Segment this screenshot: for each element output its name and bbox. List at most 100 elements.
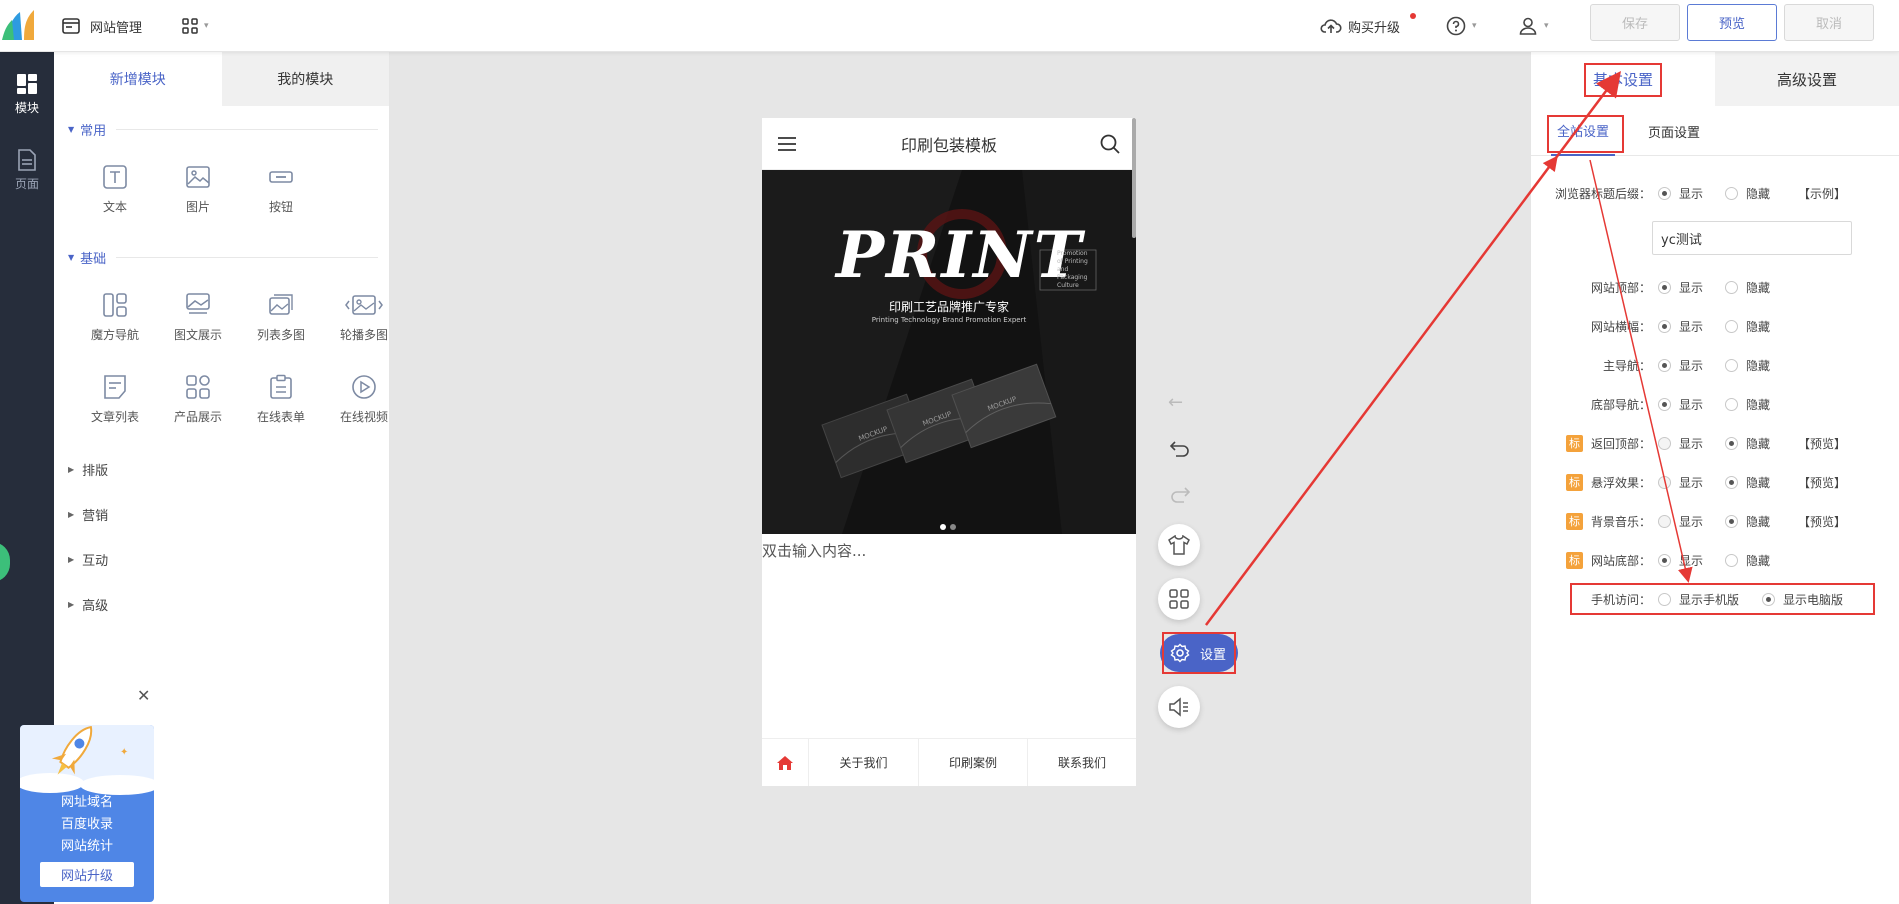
radio-option-2[interactable]: 显示电脑版 <box>1762 584 1843 614</box>
radio-circle <box>1725 553 1738 567</box>
music-button[interactable] <box>1158 686 1200 728</box>
section-label: 营销 <box>82 509 109 524</box>
site-upgrade-button[interactable]: 网站升级 <box>40 862 134 887</box>
subtab-page-settings[interactable]: 页面设置 <box>1648 106 1700 156</box>
nav-item-modules[interactable]: 模块 <box>0 64 54 124</box>
row-link[interactable]: 【预览】 <box>1798 506 1846 536</box>
top-bar: 网站管理 ▾ 购买升级 ▾ ▾ 保存 预览 取消 <box>0 0 1899 52</box>
back-arrow-icon[interactable]: ← <box>1168 392 1183 413</box>
radio-option-2[interactable]: 隐藏 <box>1725 272 1770 302</box>
section-basic[interactable]: ▼ 基础 <box>68 248 378 267</box>
cancel-button[interactable]: 取消 <box>1784 4 1874 41</box>
radio-option-2[interactable]: 隐藏 <box>1725 506 1770 536</box>
radio-option-1[interactable]: 显示 <box>1658 389 1703 419</box>
promo-line: 网址域名 <box>60 795 113 810</box>
radio-option-1[interactable]: 显示手机版 <box>1658 584 1739 614</box>
row-link[interactable]: 【示例】 <box>1798 178 1846 208</box>
caret-right-icon: ▶ <box>68 465 75 474</box>
row-link[interactable]: 【预览】 <box>1798 428 1846 458</box>
row-label: 浏览器标题后缀： <box>1555 178 1651 208</box>
nav-item-page[interactable]: 页面 <box>0 140 54 200</box>
section-marketing[interactable]: ▶ 营销 <box>68 505 108 524</box>
settings-row: 标悬浮效果： 显示 隐藏 【预览】 <box>1530 467 1899 497</box>
radio-option-1[interactable]: 显示 <box>1658 506 1703 536</box>
section-layout[interactable]: ▶ 排版 <box>68 460 108 479</box>
radio-option-2[interactable]: 隐藏 <box>1725 178 1770 208</box>
subtab-site-settings[interactable]: 全站设置 <box>1551 106 1616 156</box>
title-suffix-input[interactable]: yc测试 <box>1652 221 1852 255</box>
radio-label: 隐藏 <box>1746 436 1771 451</box>
radio-option-2[interactable]: 隐藏 <box>1725 428 1770 458</box>
module-text[interactable]: 文本 <box>80 164 150 215</box>
tab-advanced-settings[interactable]: 高级设置 <box>1715 52 1899 106</box>
banner-carousel[interactable]: PRINT Promotion of Printing and Packagin… <box>762 170 1136 534</box>
footer-tab-about[interactable]: 关于我们 <box>808 739 918 786</box>
help-menu[interactable]: ▾ <box>1446 0 1477 52</box>
home-tab[interactable] <box>762 739 808 786</box>
radio-option-2[interactable]: 隐藏 <box>1725 350 1770 380</box>
module-online-form[interactable]: 在线表单 <box>246 374 316 425</box>
carousel-dots[interactable] <box>940 524 956 530</box>
apps-menu[interactable]: ▾ <box>182 0 209 52</box>
module-image[interactable]: 图片 <box>163 164 233 215</box>
redo-icon[interactable] <box>1170 486 1190 504</box>
search-icon[interactable] <box>1100 134 1120 154</box>
footer-tab-cases[interactable]: 印刷案例 <box>918 739 1027 786</box>
radio-circle <box>1725 397 1738 411</box>
settings-button[interactable]: 设置 <box>1160 634 1238 672</box>
section-common[interactable]: ▼ 常用 <box>68 120 378 139</box>
module-products[interactable]: 产品展示 <box>163 374 233 425</box>
radio-label: 显示 <box>1679 280 1704 295</box>
section-label: 高级 <box>82 599 109 614</box>
close-icon[interactable]: ✕ <box>137 686 150 705</box>
settings-row: 标返回顶部： 显示 隐藏 【预览】 <box>1530 428 1899 458</box>
radio-option-1[interactable]: 显示 <box>1658 467 1703 497</box>
upgrade-link[interactable]: 购买升级 <box>1320 0 1416 52</box>
radio-option-1[interactable]: 显示 <box>1658 545 1703 575</box>
module-list-images[interactable]: 列表多图 <box>246 292 316 343</box>
preview-button[interactable]: 预览 <box>1687 4 1777 41</box>
section-interaction[interactable]: ▶ 互动 <box>68 550 108 569</box>
tab-add-modules[interactable]: 新增模块 <box>54 52 222 106</box>
row-label: 标返回顶部： <box>1565 428 1651 458</box>
radio-option-2[interactable]: 隐藏 <box>1725 467 1770 497</box>
radio-option-1[interactable]: 显示 <box>1658 311 1703 341</box>
radio-circle <box>1725 475 1738 489</box>
row-link[interactable]: 【预览】 <box>1798 467 1846 497</box>
theme-button[interactable] <box>1158 524 1200 566</box>
clipboard-icon <box>270 374 292 399</box>
radio-option-1[interactable]: 显示 <box>1658 272 1703 302</box>
radio-option-2[interactable]: 隐藏 <box>1725 545 1770 575</box>
apps-tool-button[interactable] <box>1158 578 1200 620</box>
module-article-list[interactable]: 文章列表 <box>80 374 150 425</box>
phone-preview[interactable]: 印刷包装模板 PRINT Promotion of Printing and P… <box>762 118 1136 786</box>
module-button[interactable]: 按钮 <box>246 164 316 215</box>
undo-icon[interactable] <box>1170 440 1190 458</box>
module-online-video[interactable]: 在线视频 <box>329 374 399 425</box>
section-advanced[interactable]: ▶ 高级 <box>68 595 108 614</box>
menu-icon[interactable] <box>778 137 796 151</box>
radio-option-2[interactable]: 隐藏 <box>1725 389 1770 419</box>
site-manage-menu[interactable]: 网站管理 <box>62 0 142 52</box>
content-placeholder[interactable]: 双击输入内容... <box>762 540 866 561</box>
save-button[interactable]: 保存 <box>1590 4 1680 41</box>
radio-option-2[interactable]: 隐藏 <box>1725 311 1770 341</box>
phone-scrollbar[interactable] <box>1132 118 1136 238</box>
settings-row: 浏览器标题后缀： 显示 隐藏 【示例】 <box>1530 178 1899 208</box>
module-image-text[interactable]: 图文展示 <box>163 292 233 343</box>
row-label: 标悬浮效果： <box>1565 467 1651 497</box>
radio-option-1[interactable]: 显示 <box>1658 350 1703 380</box>
radio-label: 显示 <box>1679 553 1704 568</box>
section-label: 排版 <box>82 464 109 479</box>
banner-headline: PRINT <box>836 218 1084 293</box>
radio-circle <box>1658 280 1671 294</box>
user-menu[interactable]: ▾ <box>1518 0 1549 52</box>
radio-option-1[interactable]: 显示 <box>1658 428 1703 458</box>
module-magic-nav[interactable]: 魔方导航 <box>80 292 150 343</box>
float-badge[interactable] <box>0 542 10 582</box>
tab-my-modules[interactable]: 我的模块 <box>221 52 389 106</box>
tab-basic-settings[interactable]: 基本设置 <box>1531 52 1715 106</box>
module-carousel[interactable]: 轮播多图 <box>329 292 399 343</box>
footer-tab-contact[interactable]: 联系我们 <box>1027 739 1136 786</box>
radio-option-1[interactable]: 显示 <box>1658 178 1703 208</box>
